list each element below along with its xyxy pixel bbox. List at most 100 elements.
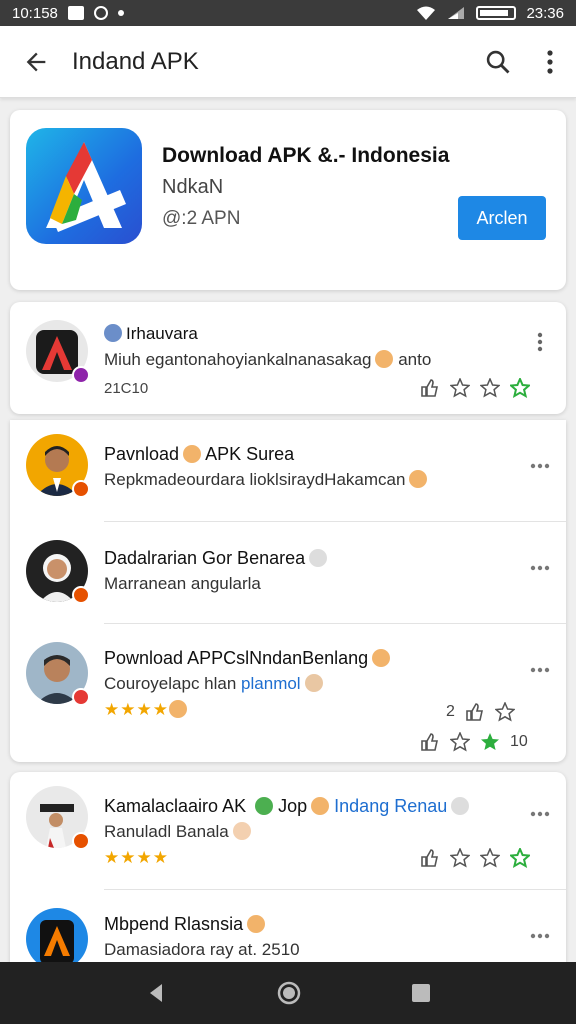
sync-icon <box>93 6 108 20</box>
arrow-back-icon <box>26 52 46 71</box>
thumb-up-icon[interactable] <box>420 848 440 868</box>
app-subtitle: NdkaN <box>162 176 224 198</box>
more-options-button[interactable] <box>526 924 554 948</box>
more-options-button[interactable] <box>526 658 554 682</box>
avatar <box>26 434 90 498</box>
star-rating: ★★★★ <box>104 700 187 720</box>
star-rating: ★★★★ <box>104 848 169 867</box>
more-options-button[interactable] <box>526 802 554 826</box>
more-vert-icon <box>547 49 553 74</box>
app-meta: @:2 APN <box>162 208 241 229</box>
more-horiz-icon <box>530 463 550 469</box>
review-title: Kamalaclaairo AK Jop Indang Renau <box>104 796 470 817</box>
thumb-up-icon[interactable] <box>420 378 440 398</box>
count-label: 2 <box>446 703 455 720</box>
emoji-icon <box>247 915 266 933</box>
emoji-icon <box>232 822 251 840</box>
list-item[interactable]: Kamalaclaairo AK Jop Indang Renau Ranula… <box>10 772 566 890</box>
review-text: Marranean angularla <box>104 574 261 593</box>
system-nav-bar <box>0 962 576 1024</box>
apk-logo-icon <box>46 142 126 232</box>
verified-badge-icon <box>72 366 90 384</box>
more-options-button[interactable] <box>526 454 554 478</box>
star-outline-icon[interactable] <box>450 378 470 398</box>
reviews-card: Pavnload APK Surea Repkmadeourdara liokl… <box>10 420 566 762</box>
verified-badge-icon <box>72 586 90 604</box>
review-title: Pavnload APK Surea <box>104 444 295 464</box>
avatar <box>26 908 88 970</box>
list-item[interactable]: Irhauvara Miuh egantonahoyiankalnanasaka… <box>10 302 566 414</box>
list-item[interactable]: Pavnload APK Surea Repkmadeourdara liokl… <box>10 420 566 522</box>
emoji-icon <box>309 549 328 567</box>
signal-icon <box>448 7 465 19</box>
rating-actions-top: 2 <box>446 702 515 722</box>
app-icon <box>26 128 142 244</box>
count-label: 10 <box>510 733 528 750</box>
star-outline-icon[interactable] <box>450 848 470 868</box>
emoji-icon <box>311 797 330 815</box>
star-outline-icon[interactable] <box>450 732 470 752</box>
list-item[interactable]: Mbpend Rlasnsia Damasiadora ray at. 2510 <box>10 890 566 972</box>
review-text: Miuh egantonahoyiankalnanasakag anto <box>104 350 432 369</box>
thumb-up-icon[interactable] <box>420 732 440 752</box>
back-button[interactable] <box>0 26 72 98</box>
review-date: 21C10 <box>104 380 149 397</box>
emoji-icon <box>183 445 202 463</box>
verified-badge-icon <box>72 480 90 498</box>
star-outline-icon[interactable] <box>480 848 500 868</box>
emoji-icon <box>255 797 274 815</box>
more-horiz-icon <box>530 667 550 673</box>
wifi-icon <box>417 6 436 20</box>
more-horiz-icon <box>530 811 550 817</box>
emoji-icon <box>372 649 391 667</box>
search-button[interactable] <box>472 26 524 98</box>
verified-badge-icon <box>72 832 90 850</box>
review-title: Mbpend Rlasnsia <box>104 914 266 935</box>
more-reviews-card: Kamalaclaairo AK Jop Indang Renau Ranula… <box>10 772 566 972</box>
review-title: Dadalrarian Gor Benarea <box>104 548 328 569</box>
nav-recents-icon[interactable] <box>410 982 432 1004</box>
avatar <box>26 642 90 706</box>
list-item[interactable]: Dadalrarian Gor Benarea Marranean angula… <box>10 522 566 624</box>
rating-actions: 10 <box>420 732 528 752</box>
more-horiz-icon <box>530 933 550 939</box>
nav-home-icon[interactable] <box>276 980 302 1006</box>
star-outline-icon[interactable] <box>480 378 500 398</box>
review-text: Couroyelapc hlan planmol <box>104 674 323 694</box>
install-button[interactable]: Arclen <box>458 196 546 240</box>
review-title: Irhauvara <box>104 324 198 344</box>
notification-icon <box>67 6 84 20</box>
featured-review-card: Irhauvara Miuh egantonahoyiankalnanasaka… <box>10 302 566 414</box>
thumb-up-icon[interactable] <box>465 702 485 722</box>
star-green-icon[interactable] <box>480 732 500 752</box>
rating-actions <box>420 848 530 868</box>
emoji-icon <box>304 674 323 692</box>
emoji-icon <box>168 700 187 718</box>
rating-actions <box>420 378 530 398</box>
app-name: Download APK &.- Indonesia <box>162 144 450 167</box>
more-options-button[interactable] <box>526 330 554 354</box>
more-vert-icon <box>537 332 543 352</box>
star-green-icon[interactable] <box>510 848 530 868</box>
star-outline-icon[interactable] <box>494 702 515 722</box>
review-text: Damasiadora ray at. 2510 <box>104 940 300 959</box>
app-header-card: Download APK &.- Indonesia NdkaN @:2 APN… <box>10 110 566 290</box>
emoji-icon <box>451 797 470 815</box>
avatar <box>26 786 90 850</box>
emoji-icon <box>409 470 428 488</box>
nav-back-icon[interactable] <box>144 981 168 1005</box>
dot-icon <box>117 10 124 16</box>
battery-icon <box>476 6 517 20</box>
review-text: Repkmadeourdara lioklsiraydHakamcan <box>104 470 428 490</box>
apk-logo-icon <box>40 920 74 964</box>
more-options-button[interactable] <box>526 556 554 580</box>
star-green-icon[interactable] <box>510 378 530 398</box>
overflow-menu-button[interactable] <box>524 26 576 98</box>
avatar <box>26 540 90 604</box>
app-bar: Indand APK <box>0 26 576 98</box>
emoji-icon <box>375 350 394 368</box>
review-title: Pownload APPCslNndanBenlang <box>104 648 391 669</box>
search-icon <box>486 50 510 73</box>
status-time-left: 10:158 <box>12 4 58 22</box>
list-item[interactable]: Pownload APPCslNndanBenlang Couroyelapc … <box>10 624 566 762</box>
